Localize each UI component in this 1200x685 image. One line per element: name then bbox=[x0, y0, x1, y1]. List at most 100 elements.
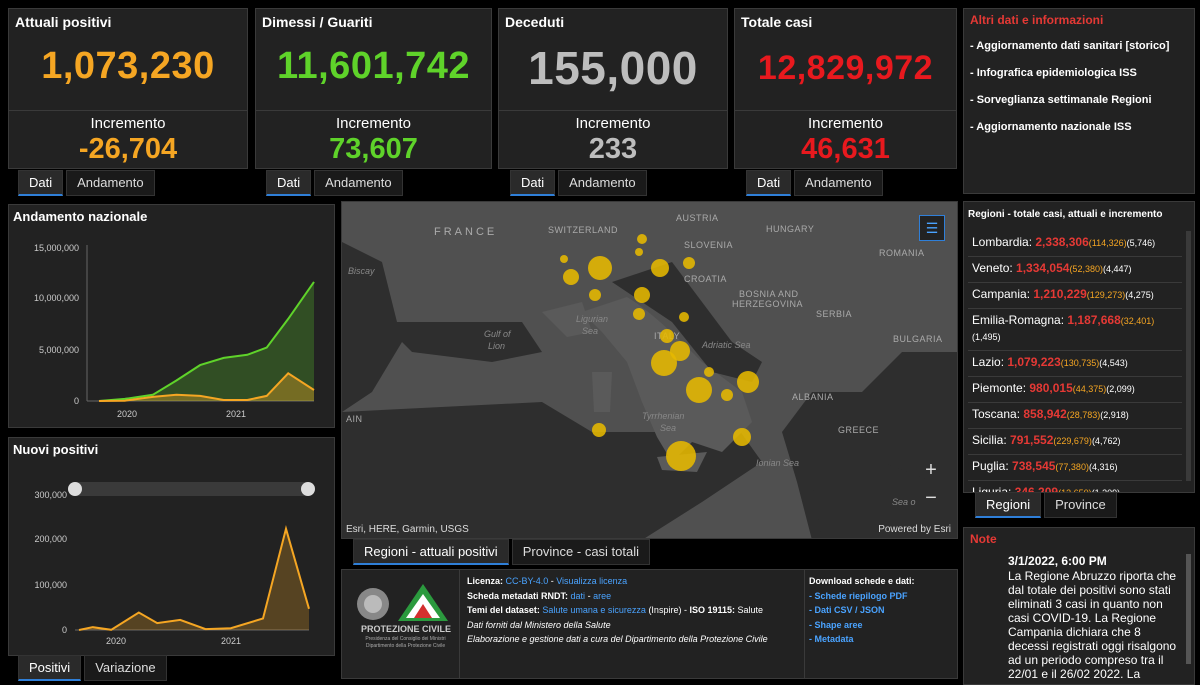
kpi-increment: 233 bbox=[588, 133, 638, 165]
link-sorveglianza-regioni[interactable]: - Sorveglianza settimanale Regioni bbox=[970, 93, 1185, 107]
layer-list-button[interactable]: ☰ bbox=[919, 215, 945, 241]
gov-sub1: Presidenza del Consiglio dei Ministri bbox=[365, 636, 446, 642]
map-bubble[interactable] bbox=[563, 269, 579, 285]
map-bubble[interactable] bbox=[733, 428, 751, 446]
tab-andamento[interactable]: Andamento bbox=[66, 170, 155, 196]
regione-name: Toscana: bbox=[972, 407, 1021, 421]
map-bubble[interactable] bbox=[737, 371, 759, 393]
link-aggiornamento-iss[interactable]: - Aggiornamento nazionale ISS bbox=[970, 120, 1185, 134]
x-tick: 2020 bbox=[117, 409, 137, 419]
map-panel[interactable]: FRANCE SWITZERLAND AUSTRIA HUNGARY SLOVE… bbox=[341, 201, 958, 539]
tab-regioni[interactable]: Regioni bbox=[975, 492, 1042, 518]
tab-andamento[interactable]: Andamento bbox=[558, 170, 647, 196]
map-bubble[interactable] bbox=[666, 441, 696, 471]
zoom-out-button[interactable]: − bbox=[918, 486, 944, 512]
kpi-deceduti: Deceduti 155,000 Incremento 233 bbox=[498, 8, 728, 169]
kpi-increment: -26,704 bbox=[78, 133, 178, 165]
tab-dati[interactable]: Dati bbox=[18, 170, 64, 196]
scrollbar[interactable] bbox=[1186, 231, 1191, 481]
kpi-increment: 73,607 bbox=[329, 133, 418, 165]
regione-total: 738,545 bbox=[1008, 459, 1056, 473]
download-csv-link[interactable]: - Dati CSV / JSON bbox=[809, 603, 954, 618]
download-title: Download schede e dati: bbox=[809, 576, 915, 586]
view-license-link[interactable]: Visualizza licenza bbox=[556, 576, 627, 586]
tab-dati[interactable]: Dati bbox=[266, 170, 312, 196]
map-bubble[interactable] bbox=[588, 256, 612, 280]
nuovi-chart-panel: Nuovi positivi 300,000 200,000 100,000 0… bbox=[8, 437, 335, 656]
series-area-0 bbox=[79, 528, 309, 630]
regione-active: (229,679) bbox=[1053, 436, 1092, 446]
regione-row[interactable]: Emilia-Romagna: 1,187,668(32,401) (1,495) bbox=[968, 309, 1182, 351]
kpi-value: 11,601,742 bbox=[276, 45, 471, 87]
tab-dati[interactable]: Dati bbox=[510, 170, 556, 196]
regione-increment: (4,447) bbox=[1102, 264, 1132, 274]
range-slider-handle-right[interactable] bbox=[301, 482, 315, 496]
download-metadata-link[interactable]: - Metadata bbox=[809, 632, 954, 647]
download-pdf-link[interactable]: - Schede riepilogo PDF bbox=[809, 589, 954, 604]
download-shape-link[interactable]: - Shape aree bbox=[809, 618, 954, 633]
map-bubble[interactable] bbox=[660, 329, 674, 343]
map-bubble[interactable] bbox=[683, 257, 695, 269]
x-tick: 2020 bbox=[106, 636, 126, 646]
tab-andamento[interactable]: Andamento bbox=[794, 170, 883, 196]
kpi-title: Attuali positivi bbox=[15, 14, 112, 30]
map-bubble[interactable] bbox=[679, 312, 689, 322]
range-slider-handle-left[interactable] bbox=[68, 482, 82, 496]
regione-row[interactable]: Lombardia: 2,338,306(114,326)(5,746) bbox=[968, 231, 1182, 257]
regione-increment: (2,099) bbox=[1106, 384, 1135, 394]
metadata-dati-link[interactable]: dati bbox=[571, 591, 586, 601]
regione-row[interactable]: Lazio: 1,079,223(130,735)(4,543) bbox=[968, 351, 1182, 377]
license-link[interactable]: CC-BY-4.0 bbox=[506, 576, 549, 586]
regione-increment: (4,275) bbox=[1125, 290, 1154, 300]
map-bubble[interactable] bbox=[633, 308, 645, 320]
tab-andamento[interactable]: Andamento bbox=[314, 170, 403, 196]
map-bubble[interactable] bbox=[704, 367, 714, 377]
regione-row[interactable]: Campania: 1,210,229(129,273)(4,275) bbox=[968, 283, 1182, 309]
scrollbar[interactable] bbox=[1186, 554, 1191, 664]
y-tick: 200,000 bbox=[34, 534, 67, 544]
links-panel: Altri dati e informazioni - Aggiornament… bbox=[963, 8, 1195, 194]
map-bubble[interactable] bbox=[634, 287, 650, 303]
regione-row[interactable]: Veneto: 1,334,054(52,380)(4,447) bbox=[968, 257, 1182, 283]
map-bubble[interactable] bbox=[686, 377, 712, 403]
tab-province[interactable]: Province bbox=[1044, 492, 1117, 518]
map-bubble[interactable] bbox=[589, 289, 601, 301]
regione-row[interactable]: Sicilia: 791,552(229,679)(4,762) bbox=[968, 429, 1182, 455]
map-bubble[interactable] bbox=[637, 234, 647, 244]
regione-total: 980,015 bbox=[1026, 381, 1073, 395]
note-title: Note bbox=[970, 532, 997, 546]
regione-row[interactable]: Puglia: 738,545(77,380)(4,316) bbox=[968, 455, 1182, 481]
regione-row[interactable]: Toscana: 858,942(28,783)(2,918) bbox=[968, 403, 1182, 429]
regione-increment: (4,316) bbox=[1088, 462, 1118, 472]
y-tick: 300,000 bbox=[34, 490, 67, 500]
temi-link[interactable]: Salute umana e sicurezza bbox=[542, 605, 646, 615]
map-bubble[interactable] bbox=[592, 423, 606, 437]
map-powered-by[interactable]: Powered by Esri bbox=[878, 524, 951, 535]
map-bubble[interactable] bbox=[651, 259, 669, 277]
map-bubble[interactable] bbox=[721, 389, 733, 401]
map-bubble[interactable] bbox=[560, 255, 568, 263]
regioni-tabs: Regioni Province bbox=[975, 492, 1117, 518]
map-bubble[interactable] bbox=[635, 248, 643, 256]
note-body: 3/1/2022, 6:00 PM La Regione Abruzzo rip… bbox=[1008, 554, 1178, 681]
tab-dati[interactable]: Dati bbox=[746, 170, 792, 196]
info-panel: PROTEZIONE CIVILE Presidenza del Consigl… bbox=[341, 569, 958, 679]
regione-active: (129,273) bbox=[1086, 290, 1126, 300]
y-tick: 0 bbox=[74, 396, 79, 406]
map-bubble[interactable] bbox=[651, 350, 677, 376]
tab-positivi[interactable]: Positivi bbox=[18, 655, 82, 681]
metadata-aree-link[interactable]: aree bbox=[593, 591, 611, 601]
regione-row[interactable]: Piemonte: 980,015(44,375)(2,099) bbox=[968, 377, 1182, 403]
zoom-in-button[interactable]: + bbox=[918, 458, 944, 484]
regione-name: Piemonte: bbox=[972, 381, 1027, 395]
tab-variazione[interactable]: Variazione bbox=[84, 655, 167, 681]
kpi-title: Totale casi bbox=[741, 14, 813, 30]
link-infografica-iss[interactable]: - Infografica epidemiologica ISS bbox=[970, 66, 1185, 80]
regioni-list: Lombardia: 2,338,306(114,326)(5,746) Vene… bbox=[968, 231, 1182, 492]
tab-regioni-attuali[interactable]: Regioni - attuali positivi bbox=[353, 539, 509, 565]
kpi-tabs-4: Dati Andamento bbox=[746, 170, 883, 196]
link-aggiornamento-dati[interactable]: - Aggiornamento dati sanitari [storico] bbox=[970, 39, 1185, 53]
regione-total: 1,334,054 bbox=[1012, 261, 1070, 275]
note-panel: Note 3/1/2022, 6:00 PM La Regione Abruzz… bbox=[963, 527, 1195, 685]
tab-province-casi[interactable]: Province - casi totali bbox=[511, 539, 651, 565]
